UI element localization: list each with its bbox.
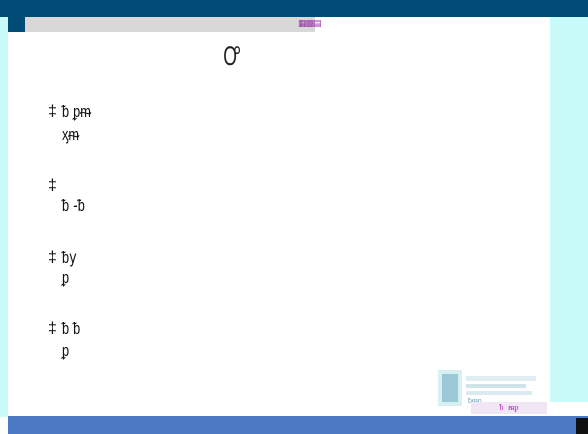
bullet-text: ᵬy (62, 248, 77, 268)
left-edge-panel (0, 17, 8, 417)
footer-chip: ᵬ ᵯᵱ (471, 402, 547, 414)
bullet-marker: ‡ (48, 320, 57, 337)
bullet-text-continued: ᵱ (62, 341, 70, 361)
bullet-marker: ‡ (48, 177, 57, 194)
status-bar (8, 416, 588, 434)
slide-title: Ꝍ (223, 42, 241, 72)
toolbar-icon-cluster[interactable]: ▦▩▤ (298, 16, 332, 32)
bullet-text: ᵬ ᵱᵯ (62, 102, 91, 122)
bullet-marker: ‡ (48, 249, 57, 266)
bullet-marker: ‡ (48, 103, 57, 120)
toolbar-notch (8, 17, 25, 32)
bullet-text-continued: ᶍᵯ (62, 125, 80, 145)
bullet-text: ᵬ ᵬ (62, 319, 81, 339)
slide-canvas (8, 32, 550, 416)
bullet-text-continued: ᵬ -ᵬ (62, 196, 85, 216)
institution-logo: ᵬᵯᵱ (438, 370, 536, 406)
bullet-text-continued: ᵱ (62, 268, 70, 288)
window-title-bar (0, 0, 588, 17)
corner-handle[interactable] (576, 418, 588, 434)
toolbar-strip (25, 17, 315, 32)
side-panel (550, 17, 588, 402)
